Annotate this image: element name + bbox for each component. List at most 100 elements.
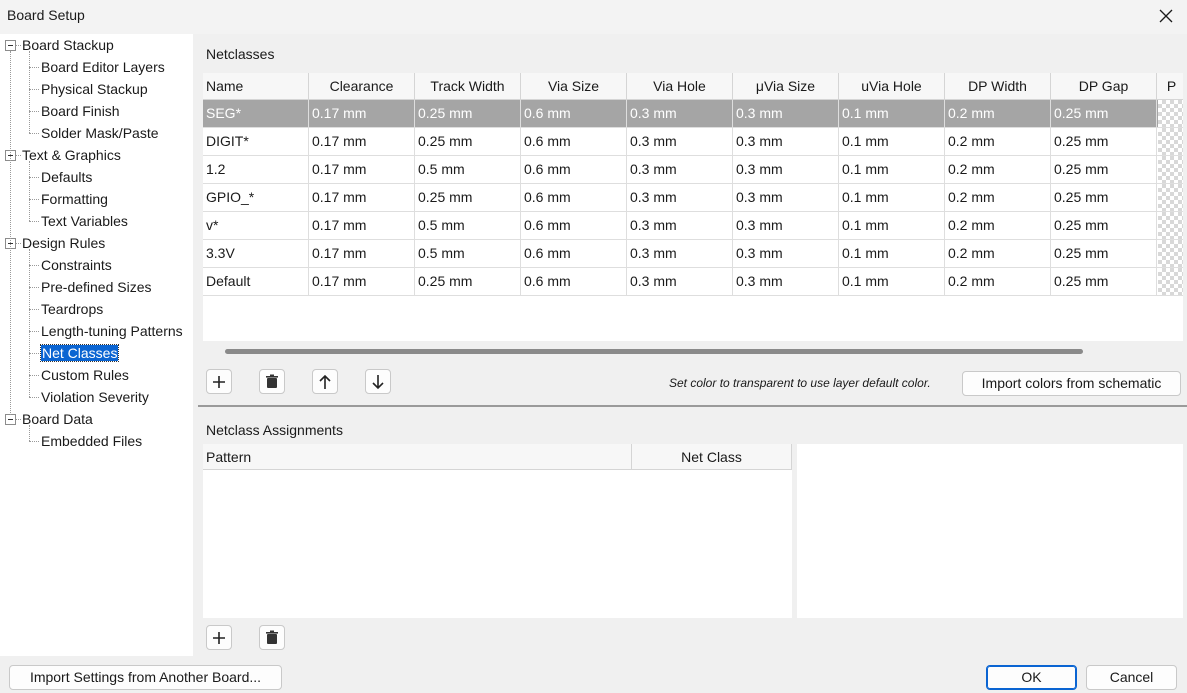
table-row[interactable]: GPIO_* 0.17 mm 0.25 mm 0.6 mm 0.3 mm 0.3 mm 0.… [203,184,1183,212]
tree-item-board-editor-layers[interactable]: Board Editor Layers [41,57,165,77]
tree-item-constraints[interactable]: Constraints [41,255,112,275]
table-row[interactable]: SEG* 0.17 mm 0.25 mm 0.6 mm 0.3 mm 0.3 mm 0.1 … [203,100,1183,128]
table-cell[interactable]: 0.1 mm [839,128,945,155]
table-cell[interactable]: 0.1 mm [839,240,945,267]
table-row[interactable]: v* 0.17 mm 0.5 mm 0.6 mm 0.3 mm 0.3 mm 0.1 mm 0… [203,212,1183,240]
table-cell[interactable]: 0.1 mm [839,100,945,127]
column-header[interactable]: μVia Size [733,73,839,100]
table-cell[interactable]: 0.25 mm [415,100,521,127]
transparent-color-swatch[interactable] [1158,212,1183,239]
table-cell[interactable]: 0.17 mm [309,268,415,295]
table-cell[interactable]: GPIO_* [203,184,309,211]
tree-item-board-data[interactable]: Board Data [22,409,93,429]
transparent-color-swatch[interactable] [1158,268,1183,295]
table-cell[interactable]: 0.3 mm [627,240,733,267]
column-header[interactable]: uVia Hole [839,73,945,100]
close-button[interactable] [1145,0,1187,32]
move-down-button[interactable] [365,369,391,394]
tree-item-defaults[interactable]: Defaults [41,167,92,187]
netclass-header[interactable]: Net Class [632,444,792,470]
table-cell[interactable]: 0.3 mm [627,128,733,155]
column-header[interactable]: Name [203,73,309,100]
table-cell[interactable]: 0.3 mm [627,184,733,211]
table-cell[interactable]: 0.25 mm [415,184,521,211]
tree-item-teardrops[interactable]: Teardrops [41,299,103,319]
table-cell[interactable]: 0.1 mm [839,184,945,211]
table-cell[interactable]: 0.3 mm [627,156,733,183]
table-row[interactable]: Default 0.17 mm 0.25 mm 0.6 mm 0.3 mm 0.3 mm 0… [203,268,1183,296]
table-cell[interactable]: 0.3 mm [733,268,839,295]
table-cell[interactable]: 0.3 mm [627,212,733,239]
table-cell[interactable]: 0.3 mm [627,268,733,295]
table-cell[interactable]: 0.25 mm [1051,128,1157,155]
tree-item-violation-severity[interactable]: Violation Severity [41,387,149,407]
table-cell[interactable]: 0.25 mm [1051,156,1157,183]
pattern-header[interactable]: Pattern [203,444,632,470]
transparent-color-swatch[interactable] [1158,128,1183,155]
table-cell[interactable]: 0.1 mm [839,212,945,239]
tree-item-physical-stackup[interactable]: Physical Stackup [41,79,148,99]
table-cell[interactable]: 0.2 mm [945,100,1051,127]
table-cell[interactable]: 3.3V [203,240,309,267]
column-header[interactable]: Clearance [309,73,415,100]
table-cell[interactable]: SEG* [203,100,309,127]
tree-item-net-classes[interactable]: Net Classes [39,343,120,363]
collapse-icon[interactable] [5,40,16,51]
import-colors-button[interactable]: Import colors from schematic [962,371,1181,396]
tree-item-board-stackup[interactable]: Board Stackup [22,35,114,55]
table-cell[interactable]: Default [203,268,309,295]
table-cell[interactable]: 0.25 mm [1051,240,1157,267]
tree-item-design-rules[interactable]: Design Rules [22,233,105,253]
column-header[interactable]: DP Gap [1051,73,1157,100]
add-netclass-button[interactable] [206,369,232,394]
horizontal-scrollbar[interactable] [225,349,1083,354]
table-cell[interactable]: 0.6 mm [521,156,627,183]
tree-item-custom-rules[interactable]: Custom Rules [41,365,129,385]
transparent-color-swatch[interactable] [1158,100,1183,127]
cancel-button[interactable]: Cancel [1086,665,1177,690]
ok-button[interactable]: OK [986,665,1077,690]
table-cell[interactable]: 0.2 mm [945,268,1051,295]
transparent-color-swatch[interactable] [1158,240,1183,267]
column-header[interactable]: Via Size [521,73,627,100]
tree-item-pre-defined-sizes[interactable]: Pre-defined Sizes [41,277,152,297]
transparent-color-swatch[interactable] [1158,156,1183,183]
tree-item-board-finish[interactable]: Board Finish [41,101,120,121]
add-assignment-button[interactable] [206,625,232,650]
table-row[interactable]: 3.3V 0.17 mm 0.5 mm 0.6 mm 0.3 mm 0.3 mm 0.1 m… [203,240,1183,268]
table-cell[interactable]: 0.3 mm [733,184,839,211]
table-cell[interactable]: 0.3 mm [733,212,839,239]
panel-divider[interactable] [198,405,1187,407]
table-cell[interactable]: 0.2 mm [945,240,1051,267]
column-header[interactable]: Via Hole [627,73,733,100]
table-cell[interactable]: 0.5 mm [415,212,521,239]
delete-netclass-button[interactable] [259,369,285,394]
column-header[interactable]: Track Width [415,73,521,100]
table-cell[interactable]: 0.6 mm [521,184,627,211]
move-up-button[interactable] [312,369,338,394]
table-row[interactable]: 1.2 0.17 mm 0.5 mm 0.6 mm 0.3 mm 0.3 mm 0.1 mm… [203,156,1183,184]
column-header[interactable]: P [1157,73,1183,100]
table-cell[interactable]: 0.6 mm [521,128,627,155]
tree-item-solder-mask-paste[interactable]: Solder Mask/Paste [41,123,159,143]
table-cell[interactable]: 0.6 mm [521,100,627,127]
table-cell[interactable]: 0.3 mm [733,100,839,127]
table-cell[interactable]: 0.25 mm [1051,100,1157,127]
collapse-icon[interactable] [5,414,16,425]
table-cell[interactable]: 0.6 mm [521,268,627,295]
table-cell[interactable]: 0.3 mm [733,240,839,267]
table-cell[interactable]: 0.17 mm [309,100,415,127]
table-cell[interactable]: 0.1 mm [839,268,945,295]
table-cell[interactable]: 0.25 mm [1051,212,1157,239]
table-cell[interactable]: 0.2 mm [945,156,1051,183]
table-cell[interactable]: 0.17 mm [309,156,415,183]
table-cell[interactable]: 0.3 mm [733,156,839,183]
tree-item-text-variables[interactable]: Text Variables [41,211,128,231]
table-cell[interactable]: 0.17 mm [309,212,415,239]
table-cell[interactable]: 0.17 mm [309,184,415,211]
table-cell[interactable]: 0.17 mm [309,128,415,155]
table-cell[interactable]: 0.25 mm [1051,268,1157,295]
tree-item-formatting[interactable]: Formatting [41,189,108,209]
table-cell[interactable]: 0.5 mm [415,240,521,267]
table-cell[interactable]: 0.25 mm [415,128,521,155]
